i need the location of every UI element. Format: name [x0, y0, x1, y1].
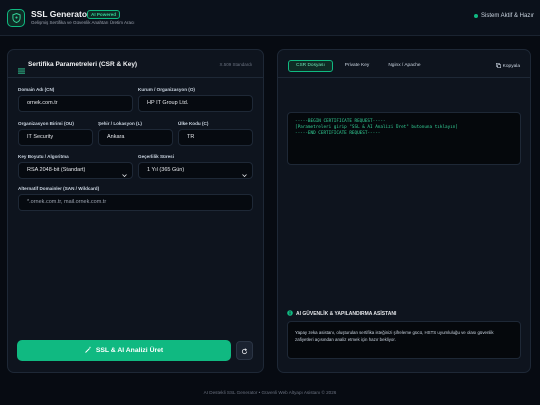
- copy-button[interactable]: Kopyala: [495, 63, 520, 70]
- validity-label: Geçerlilik Süresi: [138, 154, 175, 159]
- sliders-icon: [18, 61, 25, 79]
- keysize-select[interactable]: RSA 2048-bit (Standart): [18, 162, 133, 179]
- validity-value: 1 Yıl (365 Gün): [147, 167, 185, 173]
- org-input[interactable]: HP IT Group Ltd.: [138, 95, 253, 112]
- code-line: -----END CERTIFICATE REQUEST-----: [295, 131, 381, 136]
- magic-wand-icon: [84, 346, 92, 355]
- reset-button[interactable]: [236, 341, 253, 360]
- app-header: SSL Generator AI Powered Gelişmiş Sertif…: [0, 0, 540, 36]
- unit-label: Organizasyon Birimi (OU): [18, 121, 74, 126]
- page-footer: AI Destekli SSL Generator • Güvenli Web …: [203, 390, 337, 395]
- chevron-down-icon: [122, 169, 127, 184]
- san-label: Alternatif Domainler (SAN / Wildcard): [18, 186, 100, 191]
- status-text: Sistem Aktif & Hazır: [480, 13, 534, 19]
- copy-icon: [495, 63, 501, 70]
- generate-button[interactable]: SSL & AI Analizi Üret: [17, 340, 231, 361]
- parameters-panel: Sertifika Parametreleri (CSR & Key) X.50…: [7, 49, 264, 373]
- org-label: Kurum / Organizasyon (O): [138, 87, 195, 92]
- tab-private-key[interactable]: Private Key: [338, 60, 377, 72]
- info-icon: [287, 310, 293, 318]
- keysize-label: Key Boyutu / Algoritma: [18, 154, 69, 159]
- shield-icon: [7, 9, 25, 27]
- system-status: Sistem Aktif & Hazır: [473, 13, 534, 19]
- tab-server-config[interactable]: Nginx / Apache: [381, 60, 427, 72]
- output-tabs: CSR Dosyası Private Key Nginx / Apache: [288, 60, 428, 72]
- city-input[interactable]: Ankara: [98, 129, 173, 146]
- country-label: Ülke Kodu (C): [178, 121, 209, 126]
- app-subtitle: Gelişmiş Sertifika ve Güvenlik Anahtarı …: [31, 20, 135, 25]
- validity-select[interactable]: 1 Yıl (365 Gün): [138, 162, 253, 179]
- tab-csr[interactable]: CSR Dosyası: [288, 60, 333, 72]
- generate-button-label: SSL & AI Analizi Üret: [95, 347, 164, 354]
- copy-label: Kopyala: [502, 64, 520, 69]
- country-input[interactable]: TR: [178, 129, 253, 146]
- ai-assistant-message: Yapay zeka asistanı, oluşturulan sertifi…: [287, 321, 521, 359]
- domain-input[interactable]: ornek.com.tr: [18, 95, 133, 112]
- city-label: Şehir / Lokasyon (L): [98, 121, 142, 126]
- output-panel-header: CSR Dosyası Private Key Nginx / Apache K…: [278, 50, 530, 78]
- parameters-panel-header: Sertifika Parametreleri (CSR & Key) X.50…: [8, 50, 263, 78]
- status-dot-icon: [473, 14, 478, 18]
- csr-output-code[interactable]: -----BEGIN CERTIFICATE REQUEST----- [Para…: [287, 112, 521, 165]
- standard-note: X.509 Standardı: [219, 62, 252, 67]
- unit-input[interactable]: IT Security: [18, 129, 93, 146]
- ai-assistant-header: AI GÜVENLİK & YAPILANDIRMA ASİSTANI: [287, 310, 396, 318]
- chevron-down-icon: [242, 169, 247, 184]
- ai-assistant-title: AI GÜVENLİK & YAPILANDIRMA ASİSTANI: [296, 311, 397, 317]
- app-title: SSL Generator: [31, 9, 91, 19]
- ai-powered-badge: AI Powered: [87, 10, 121, 19]
- parameters-title: Sertifika Parametreleri (CSR & Key): [28, 61, 138, 68]
- keysize-value: RSA 2048-bit (Standart): [27, 167, 86, 173]
- san-input[interactable]: *.ornek.com.tr, mail.ornek.com.tr: [18, 194, 253, 211]
- refresh-icon: [241, 342, 248, 360]
- domain-label: Domain Adı (CN): [18, 87, 55, 92]
